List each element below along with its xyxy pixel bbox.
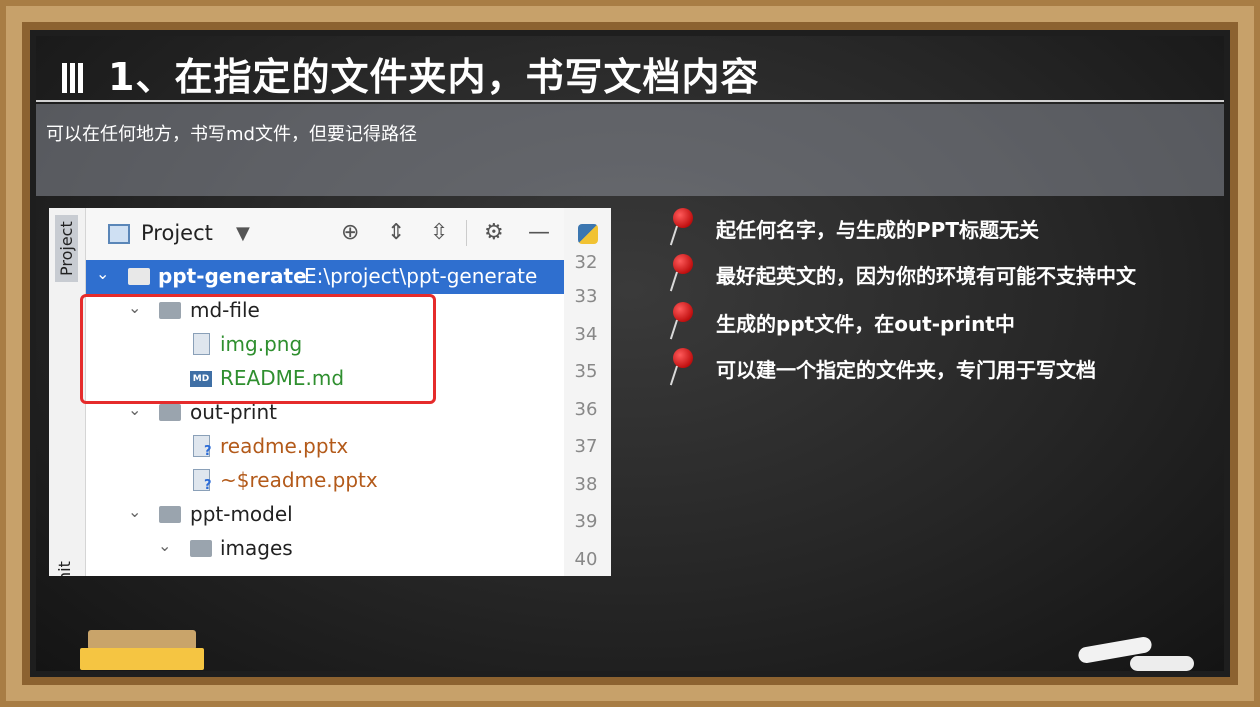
line-number: 38 (574, 474, 598, 495)
pushpin-icon (666, 208, 696, 250)
python-file-tab-icon[interactable] (578, 224, 598, 244)
hide-icon[interactable]: — (528, 220, 550, 245)
gear-icon[interactable]: ⚙ (484, 220, 504, 245)
chevron-down-icon[interactable]: ⌄ (158, 536, 171, 555)
tree-item-path: E:\project\ppt-generate (304, 264, 538, 288)
tree-row-temp-readme-pptx[interactable]: ? ~$readme.pptx (86, 464, 564, 498)
tree-item-label: ppt-generate (158, 264, 307, 288)
tree-row-ppt-generate[interactable]: ⌄ ppt-generate E:\project\ppt-generate (86, 260, 564, 294)
project-toolbar: Project ▼ ⊕ ⇕ ⇳ ⚙ — (86, 208, 564, 261)
subtitle-band (36, 104, 1224, 196)
bullet-text: 生成的ppt文件，在out-print中 (716, 312, 1015, 336)
highlight-box (80, 294, 436, 404)
folder-icon (159, 404, 181, 421)
bullet-text: 可以建一个指定的文件夹，专门用于写文档 (716, 358, 1096, 382)
folder-icon (159, 506, 181, 523)
folder-icon (190, 540, 212, 557)
chevron-down-icon[interactable]: ⌄ (96, 264, 109, 283)
project-window-icon (108, 224, 130, 244)
tree-item-label: readme.pptx (220, 434, 349, 458)
tab-project[interactable]: Project (55, 215, 78, 282)
folder-icon (128, 268, 150, 285)
editor-gutter: 32 33 34 35 36 37 38 39 40 (564, 208, 611, 576)
line-number: 35 (574, 361, 598, 382)
eraser-top (88, 630, 196, 650)
slide-title: 1、在指定的文件夹内，书写文档内容 (62, 46, 759, 101)
tree-item-label: ppt-model (190, 502, 293, 526)
line-number: 36 (574, 399, 598, 420)
question-mark-icon: ? (204, 444, 212, 459)
pushpin-icon (666, 254, 696, 296)
eraser (80, 648, 204, 670)
project-view-selector[interactable]: Project (141, 221, 213, 245)
pushpin-icon (666, 348, 696, 390)
slide-subtitle: 可以在任何地方，书写md文件，但要记得路径 (46, 124, 417, 145)
tree-item-label: images (220, 536, 293, 560)
locate-icon[interactable]: ⊕ (341, 220, 359, 245)
tree-item-label: ~$readme.pptx (220, 468, 378, 492)
tab-commit[interactable]: Commit (55, 561, 74, 576)
toolbar-separator (466, 220, 467, 246)
collapse-all-icon[interactable]: ⇳ (430, 220, 448, 245)
question-mark-icon: ? (204, 478, 212, 493)
line-number: 37 (574, 436, 598, 457)
slide-title-text: 1、在指定的文件夹内，书写文档内容 (108, 55, 760, 99)
chevron-down-icon[interactable]: ▼ (236, 223, 250, 244)
line-number: 34 (574, 324, 598, 345)
line-number: 32 (574, 252, 598, 273)
expand-all-icon[interactable]: ⇕ (387, 220, 405, 245)
line-number: 40 (574, 549, 598, 570)
title-divider (36, 100, 1224, 102)
line-number: 33 (574, 286, 598, 307)
line-number: 39 (574, 511, 598, 532)
chalk-stick (1130, 656, 1194, 671)
chevron-down-icon[interactable]: ⌄ (128, 502, 141, 521)
bullet-text: 起任何名字，与生成的PPT标题无关 (716, 218, 1039, 242)
title-bars-icon (62, 55, 86, 99)
pushpin-icon (666, 302, 696, 344)
tree-row-readme-pptx[interactable]: ? readme.pptx (86, 430, 564, 464)
tree-row-ppt-model[interactable]: ⌄ ppt-model (86, 498, 564, 532)
tree-row-images[interactable]: ⌄ images (86, 532, 564, 566)
bullet-text: 最好起英文的，因为你的环境有可能不支持中文 (716, 264, 1136, 288)
